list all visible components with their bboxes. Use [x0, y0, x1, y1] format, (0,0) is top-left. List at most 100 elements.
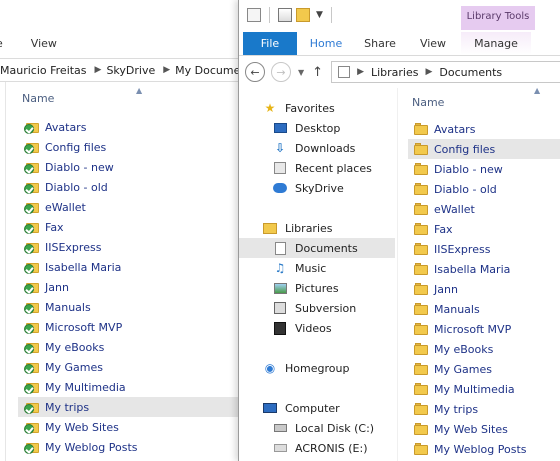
folder-item[interactable]: My eBooks: [408, 339, 560, 359]
folder-item[interactable]: My eBooks: [18, 337, 240, 357]
breadcrumb-libraries[interactable]: Libraries: [371, 66, 419, 79]
breadcrumb-documents[interactable]: Documents: [439, 66, 502, 79]
nav-skydrive[interactable]: SkyDrive: [239, 178, 395, 198]
folder-icon: [414, 182, 428, 196]
nav-subversion[interactable]: Subversion: [239, 298, 395, 318]
file-list: Avatars Config files Diablo - new Diablo - …: [408, 119, 560, 459]
folder-item[interactable]: Manuals: [408, 299, 560, 319]
folder-item[interactable]: My Multimedia: [18, 377, 240, 397]
folder-name: Isabella Maria: [434, 262, 511, 276]
breadcrumb-my-documents[interactable]: My Documents: [175, 64, 240, 77]
folder-name: My Web Sites: [434, 422, 508, 436]
folder-item[interactable]: Isabella Maria: [18, 257, 240, 277]
skydrive-cloud-icon: [273, 181, 287, 195]
synced-folder-icon: [24, 261, 39, 274]
nav-libraries[interactable]: Libraries: [239, 218, 395, 238]
folder-item[interactable]: Jann: [408, 279, 560, 299]
folder-item[interactable]: Fax: [18, 217, 240, 237]
column-header-name[interactable]: Name: [22, 92, 54, 105]
toolbar-divider: [269, 7, 270, 23]
nav-music[interactable]: ♫ Music: [239, 258, 395, 278]
folder-item[interactable]: IISExpress: [408, 239, 560, 259]
properties-icon[interactable]: [278, 8, 292, 22]
breadcrumb-user[interactable]: Mauricio Freitas: [0, 64, 87, 77]
tab-file[interactable]: File: [243, 32, 297, 55]
folder-item[interactable]: eWallet: [408, 199, 560, 219]
folder-item[interactable]: Microsoft MVP: [408, 319, 560, 339]
forward-button[interactable]: →: [271, 62, 291, 82]
nav-acronis[interactable]: ACRONIS (E:): [239, 438, 395, 458]
folder-item[interactable]: Config files: [408, 139, 560, 159]
folder-item[interactable]: My Games: [18, 357, 240, 377]
folder-item[interactable]: Diablo - new: [18, 157, 240, 177]
back-button[interactable]: ←: [245, 62, 265, 82]
folder-name: Manuals: [45, 300, 91, 314]
new-folder-icon[interactable]: [296, 8, 310, 22]
address-bar[interactable]: Mauricio Freitas ▶ SkyDrive ▶ My Documen…: [0, 58, 240, 82]
folder-item[interactable]: My Weblog Posts: [18, 437, 240, 457]
nav-desktop[interactable]: Desktop: [239, 118, 395, 138]
nav-documents[interactable]: Documents: [239, 238, 395, 258]
tab-manage[interactable]: Manage: [461, 32, 531, 55]
nav-label: Desktop: [295, 121, 341, 135]
synced-folder-icon: [24, 141, 39, 154]
folder-item[interactable]: Diablo - old: [18, 177, 240, 197]
folder-item[interactable]: Diablo - old: [408, 179, 560, 199]
breadcrumb-chevron-icon[interactable]: ▶: [357, 67, 364, 77]
column-header-name[interactable]: Name: [412, 96, 444, 109]
synced-folder-icon: [24, 381, 39, 394]
nav-computer[interactable]: Computer: [239, 398, 395, 418]
nav-downloads[interactable]: ⇩ Downloads: [239, 138, 395, 158]
breadcrumb-chevron-icon[interactable]: ▶: [163, 65, 170, 75]
folder-name: Fax: [434, 222, 453, 236]
folder-item[interactable]: My Web Sites: [408, 419, 560, 439]
address-bar[interactable]: ▶ Libraries ▶ Documents: [331, 61, 560, 83]
folder-item[interactable]: Diablo - new: [408, 159, 560, 179]
folder-item[interactable]: Microsoft MVP: [18, 317, 240, 337]
nav-pictures[interactable]: Pictures: [239, 278, 395, 298]
tab-share[interactable]: Share: [355, 32, 405, 55]
folder-name: Microsoft MVP: [45, 320, 123, 334]
folder-item[interactable]: IISExpress: [18, 237, 240, 257]
nav-label: Computer: [285, 401, 340, 415]
folder-item[interactable]: Jann: [18, 277, 240, 297]
folder-item[interactable]: Avatars: [408, 119, 560, 139]
nav-local-disk[interactable]: Local Disk (C:): [239, 418, 395, 438]
folder-item[interactable]: Manuals: [18, 297, 240, 317]
window-icon[interactable]: [247, 8, 261, 22]
customize-toolbar-dropdown-icon[interactable]: ▼: [316, 10, 323, 20]
folder-icon: [414, 122, 428, 136]
nav-homegroup[interactable]: ◉ Homegroup: [239, 358, 395, 378]
synced-folder-icon: [24, 441, 39, 454]
folder-item[interactable]: My Multimedia: [408, 379, 560, 399]
ribbon-tabs: File Home Share View Manage: [239, 32, 560, 56]
folder-icon: [414, 302, 428, 316]
tab-home[interactable]: Home: [297, 32, 355, 55]
folder-item[interactable]: Fax: [408, 219, 560, 239]
breadcrumb-chevron-icon[interactable]: ▶: [95, 65, 102, 75]
folder-item[interactable]: Avatars: [18, 117, 240, 137]
tab-view[interactable]: View: [405, 32, 461, 55]
synced-folder-icon: [24, 121, 39, 134]
tab-share-partial[interactable]: e: [0, 37, 17, 50]
up-button[interactable]: ↑: [312, 65, 323, 80]
recent-locations-icon[interactable]: ▼: [298, 68, 304, 77]
folder-item[interactable]: Config files: [18, 137, 240, 157]
breadcrumb-skydrive[interactable]: SkyDrive: [106, 64, 155, 77]
folder-item[interactable]: My trips: [18, 397, 240, 417]
folder-item[interactable]: My Web Sites: [18, 417, 240, 437]
folder-item[interactable]: My Games: [408, 359, 560, 379]
nav-videos[interactable]: Videos: [239, 318, 395, 338]
breadcrumb-chevron-icon[interactable]: ▶: [426, 67, 433, 77]
nav-label: Music: [295, 261, 327, 275]
nav-label: Libraries: [285, 221, 333, 235]
nav-favorites[interactable]: ★ Favorites: [239, 98, 395, 118]
nav-label: SkyDrive: [295, 181, 344, 195]
tab-view[interactable]: View: [31, 37, 71, 50]
folder-item[interactable]: My Weblog Posts: [408, 439, 560, 459]
nav-label: Favorites: [285, 101, 335, 115]
folder-item[interactable]: My trips: [408, 399, 560, 419]
nav-recent-places[interactable]: Recent places: [239, 158, 395, 178]
folder-item[interactable]: eWallet: [18, 197, 240, 217]
folder-item[interactable]: Isabella Maria: [408, 259, 560, 279]
